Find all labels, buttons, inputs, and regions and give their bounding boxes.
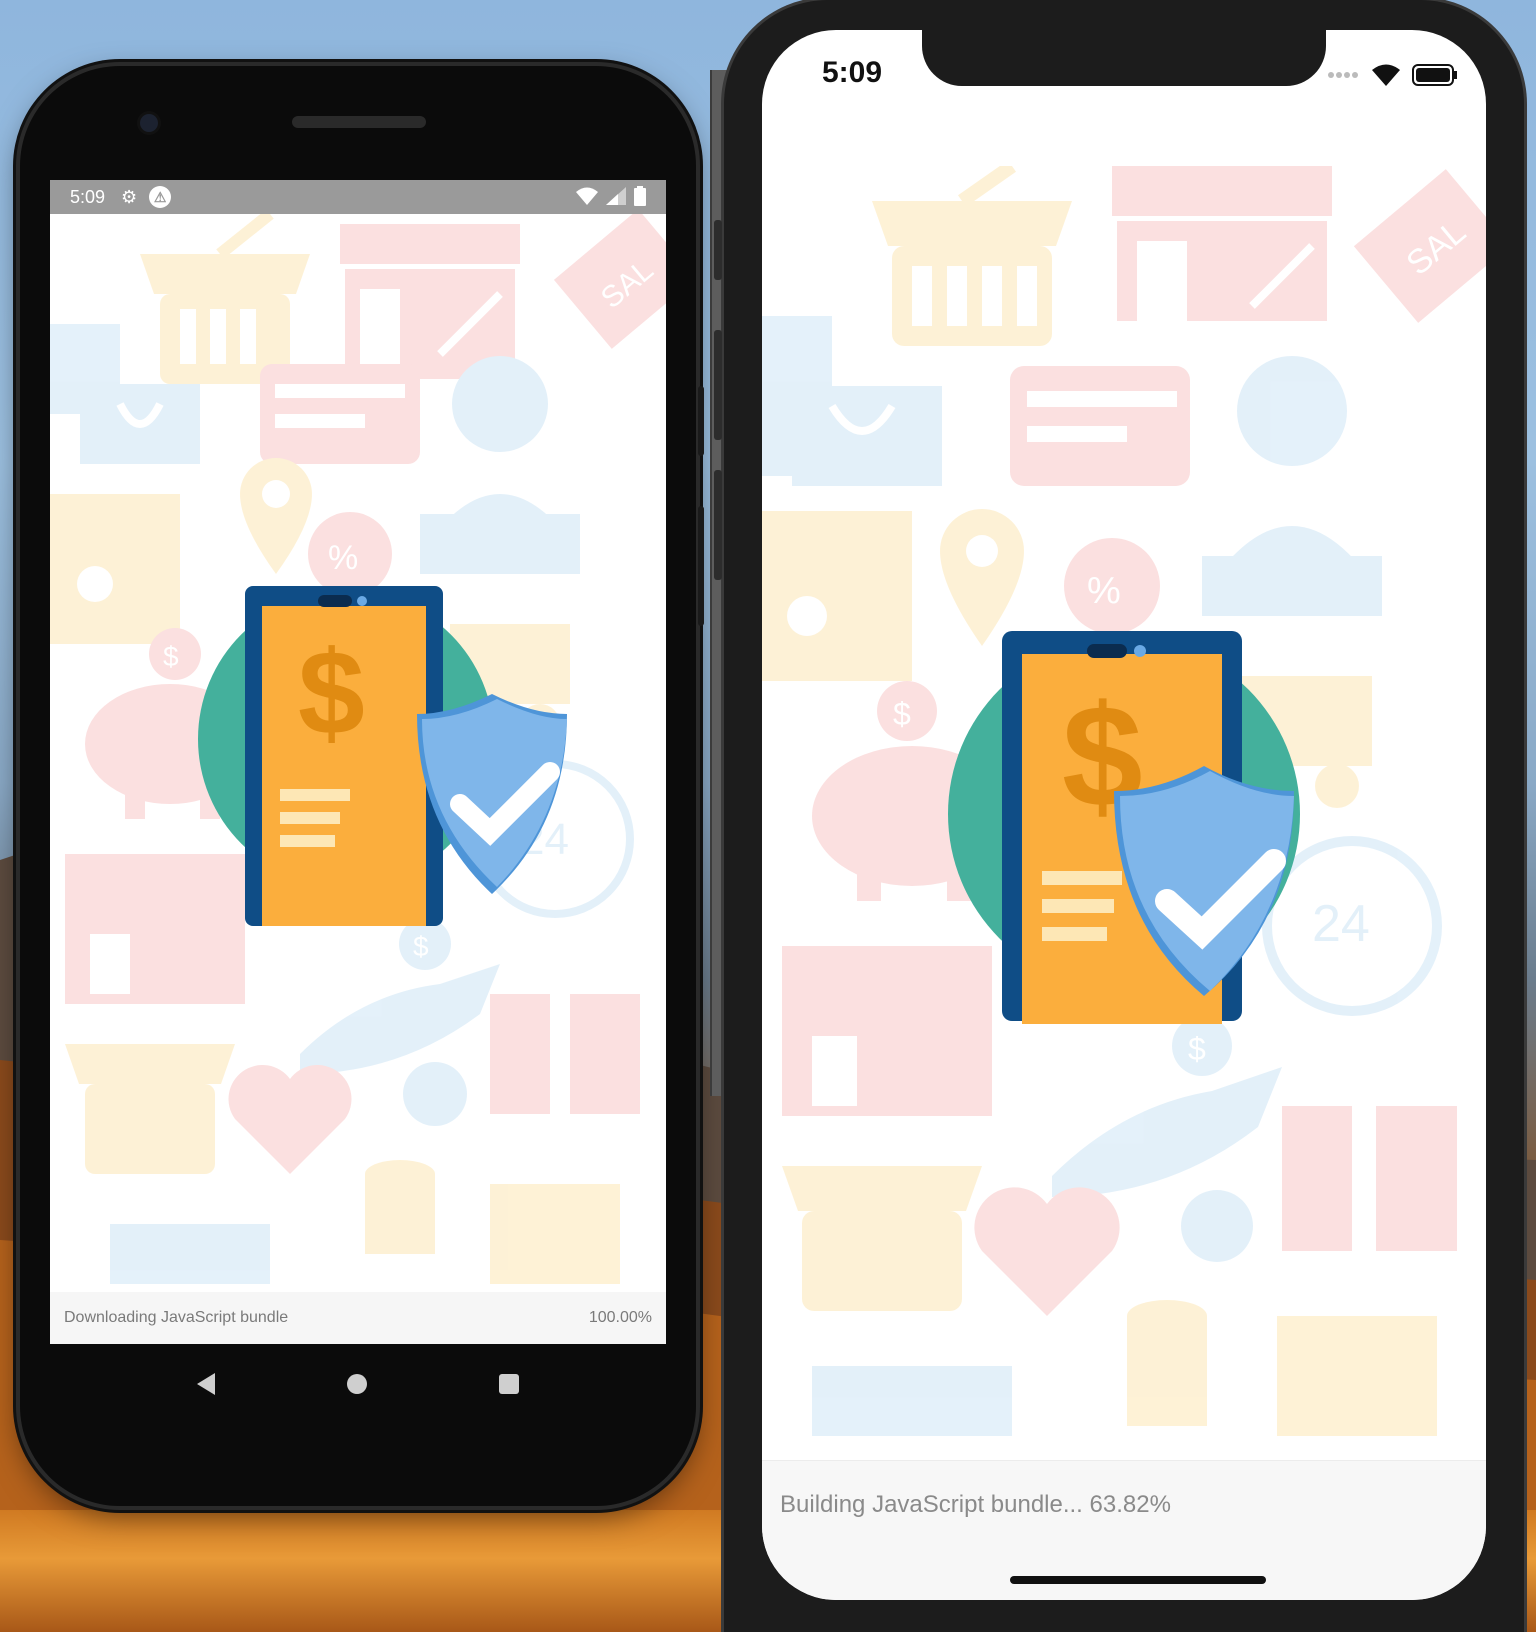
home-indicator[interactable] — [1010, 1576, 1266, 1584]
battery-icon — [1412, 64, 1457, 86]
hand-icon — [300, 964, 500, 1074]
home-icon[interactable] — [347, 1374, 367, 1394]
splash-background-pattern: SAL % $ 24 $ $ — [762, 166, 1486, 1436]
battery-icon — [634, 186, 646, 206]
store-front-icon-2 — [782, 946, 992, 1116]
earpiece-speaker — [292, 116, 426, 128]
gift-box-icon — [490, 994, 640, 1114]
clock-24-icon: 24 — [1262, 836, 1442, 1016]
thumbs-up-icon — [490, 1184, 620, 1284]
splash-background-pattern: SAL % $ 24 $ $ — [50, 214, 666, 1284]
coins-stack-icon — [365, 1160, 435, 1254]
shopping-basket-icon-2 — [782, 1166, 982, 1311]
svg-text:$: $ — [893, 696, 911, 732]
volume-up-button[interactable] — [714, 330, 722, 440]
store-front-icon — [340, 224, 520, 379]
dollar-coin-icon: $ — [149, 628, 201, 680]
cash-icon — [762, 511, 912, 681]
clock-24-text: 24 — [1312, 895, 1370, 953]
dollar-sign-icon: $ — [298, 626, 365, 760]
iphone-splash-content: SAL % $ 24 $ $ — [762, 166, 1486, 1456]
discount-badge-icon: % — [1064, 538, 1160, 634]
warning-icon: ⚠ — [149, 186, 172, 208]
shopping-basket-icon — [872, 166, 1072, 346]
discount-badge-icon: % — [308, 512, 392, 596]
recent-apps-icon[interactable] — [499, 1374, 519, 1394]
sale-tag-icon: SAL — [553, 214, 666, 349]
back-icon[interactable] — [197, 1373, 215, 1395]
android-device: 5:09 ⚙ ⚠ SAL % $ 24 $ $ Downloading Java… — [20, 66, 704, 1506]
bundle-percent: 100.00% — [588, 1309, 652, 1326]
volume-down-button[interactable] — [714, 470, 722, 580]
status-time: 5:09 — [70, 186, 106, 207]
heart-icon — [974, 1187, 1120, 1316]
support-agent-icon — [420, 356, 580, 574]
cellular-dots-icon — [1328, 72, 1358, 78]
thumbs-up-icon — [1277, 1316, 1437, 1436]
svg-text:$: $ — [413, 931, 429, 962]
gift-box-icon — [1282, 1106, 1457, 1251]
power-button[interactable] — [698, 506, 704, 626]
mute-switch[interactable] — [714, 220, 722, 280]
android-splash-content: SAL % $ 24 $ $ — [50, 214, 666, 1292]
android-status-bar: 5:09 ⚙ ⚠ — [50, 180, 666, 214]
iphone-notch — [922, 30, 1326, 86]
signal-icon — [606, 187, 626, 205]
gear-icon: ⚙ — [121, 186, 138, 207]
shopping-basket-icon-2 — [65, 1044, 235, 1174]
credit-card-icon — [1010, 366, 1190, 486]
location-pin-icon — [240, 458, 312, 574]
payment-security-illustration: $ — [948, 631, 1300, 1024]
cash-icon — [50, 494, 180, 644]
credit-card-icon — [260, 364, 420, 464]
location-pin-icon — [940, 509, 1024, 646]
coins-stack-icon — [1127, 1300, 1207, 1426]
svg-text:%: % — [328, 539, 358, 577]
dollar-coin-icon: $ — [877, 681, 937, 741]
bundle-label: Downloading JavaScript bundle — [64, 1309, 289, 1326]
heart-icon — [228, 1065, 352, 1174]
shopping-cart-icon — [110, 1224, 270, 1284]
iphone-screen: 5:09 SAL % $ 24 $ $ Building JavaScript … — [762, 30, 1486, 1600]
wifi-icon — [576, 187, 598, 205]
volume-button[interactable] — [698, 386, 704, 456]
discount-badge-icon-2 — [403, 1062, 467, 1126]
bundle-message: Building JavaScript bundle... 63.82% — [780, 1491, 1171, 1518]
svg-text:$: $ — [163, 641, 179, 672]
discount-badge-icon-2 — [1181, 1190, 1253, 1262]
android-screen: 5:09 ⚙ ⚠ SAL % $ 24 $ $ Downloading Java… — [50, 180, 666, 1344]
shopping-cart-icon — [812, 1366, 1012, 1436]
front-camera — [140, 114, 158, 132]
sale-tag-icon: SAL — [1353, 169, 1486, 323]
hand-icon — [1052, 1067, 1282, 1197]
svg-text:%: % — [1087, 570, 1121, 612]
iphone-device: 5:09 SAL % $ 24 $ $ Building JavaScript … — [714, 0, 1524, 1632]
wifi-icon — [1372, 64, 1400, 86]
store-front-icon — [1112, 166, 1332, 321]
status-time: 5:09 — [822, 56, 883, 89]
dollar-coin-icon-2: $ — [1172, 1016, 1232, 1076]
store-front-icon-2 — [65, 854, 245, 1004]
android-nav-bar — [50, 1344, 666, 1424]
support-agent-icon — [1202, 356, 1382, 616]
android-bundle-bar: Downloading JavaScript bundle 100.00% — [50, 1292, 666, 1344]
svg-text:$: $ — [1188, 1031, 1206, 1067]
shopping-basket-icon — [140, 214, 310, 384]
